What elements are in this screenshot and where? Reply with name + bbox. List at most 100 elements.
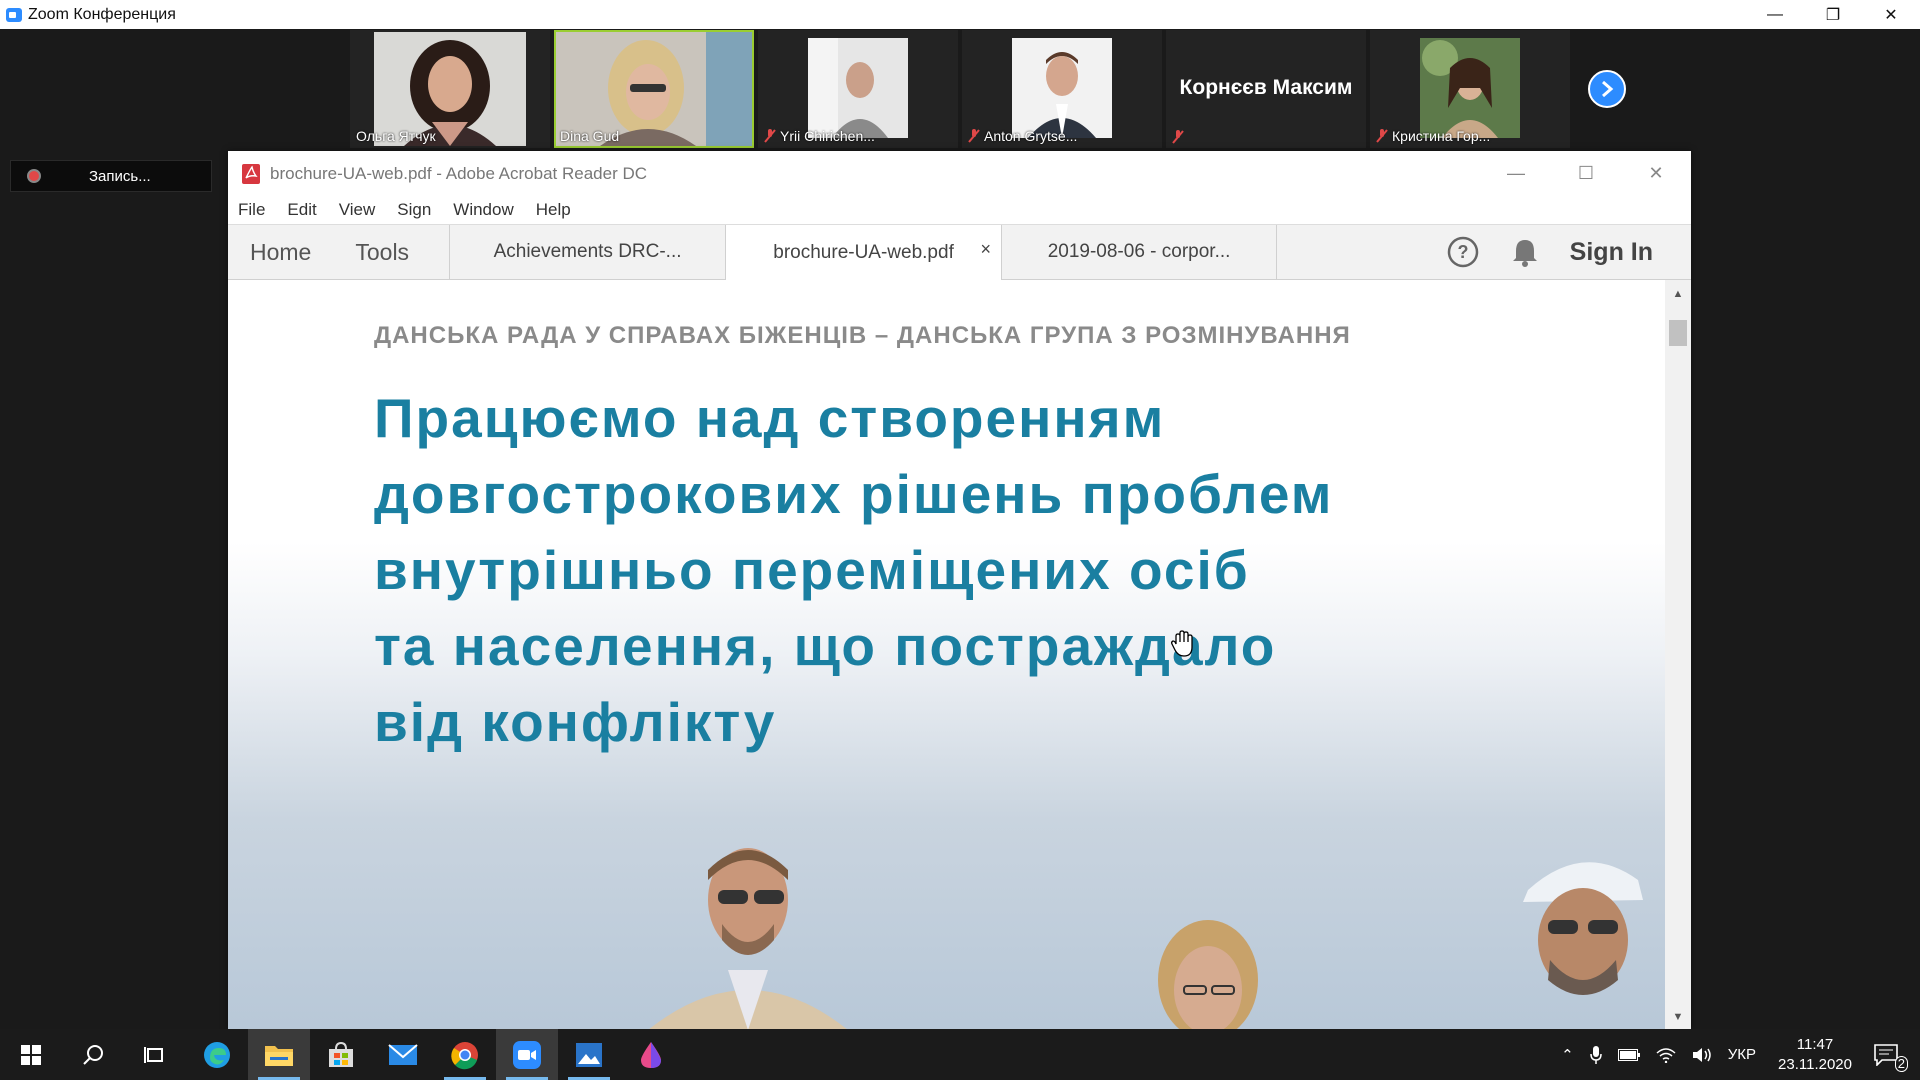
muted-mic-icon	[968, 129, 980, 143]
acrobat-close-button[interactable]: ✕	[1621, 151, 1691, 196]
tools-link[interactable]: Tools	[331, 225, 449, 279]
participant-tile[interactable]: Yrii Chirichen...	[758, 30, 958, 148]
zoom-icon	[513, 1040, 541, 1069]
chevron-up-icon[interactable]: ⌃	[1561, 1046, 1574, 1064]
headline-line: довгострокових рішень проблем	[374, 463, 1334, 525]
windows-logo-icon	[21, 1044, 41, 1065]
headline-line: внутрішньо переміщених осіб	[374, 539, 1250, 601]
menu-view[interactable]: View	[339, 200, 376, 220]
search-icon	[83, 1044, 103, 1065]
microphone-icon[interactable]	[1590, 1045, 1602, 1064]
chevron-right-icon	[1602, 80, 1614, 98]
photos-icon	[576, 1042, 602, 1067]
tab-label: Achievements DRC-...	[493, 241, 682, 262]
battery-icon[interactable]	[1617, 1048, 1640, 1061]
muted-mic-icon	[1376, 129, 1388, 143]
participant-tile[interactable]: Кристина Гор...	[1370, 30, 1570, 148]
headline-line: та населення, що постраждало	[374, 615, 1277, 677]
tab-achievements[interactable]: Achievements DRC-...	[449, 225, 725, 279]
store-taskbar-button[interactable]	[310, 1029, 372, 1080]
scroll-up-arrow-icon[interactable]: ▲	[1665, 284, 1691, 304]
pdf-page[interactable]: ДАНСЬКА РАДА У СПРАВАХ БІЖЕНЦІВ – ДАНСЬК…	[228, 280, 1665, 1029]
start-button[interactable]	[0, 1029, 62, 1080]
mail-icon	[388, 1043, 418, 1065]
headline-line: Працюємо над створенням	[374, 387, 1166, 449]
task-view-icon	[144, 1046, 163, 1063]
search-button[interactable]	[62, 1029, 124, 1080]
photo-person-woman	[1158, 920, 1258, 1029]
system-tray: ⌃ УКР 11:47 23.11.2020 2	[1553, 1029, 1920, 1080]
store-icon	[329, 1041, 353, 1067]
muted-mic-icon	[1172, 130, 1184, 144]
participant-name: Корнєєв Максим	[1179, 76, 1353, 99]
acrobat-window-title: brochure-UA-web.pdf - Adobe Acrobat Read…	[270, 163, 648, 183]
restore-button[interactable]: ❐	[1804, 0, 1862, 29]
zoom-title-bar: Zoom Конференция — ❐ ✕	[0, 0, 1920, 29]
participant-name: Anton Grytse...	[984, 128, 1078, 144]
participant-name: Ольга Ятчук	[356, 128, 436, 144]
tab-brochure[interactable]: brochure-UA-web.pdf ×	[725, 225, 1002, 280]
input-language-indicator[interactable]: УКР	[1728, 1046, 1756, 1063]
vertical-scrollbar[interactable]: ▲ ▼	[1665, 280, 1691, 1029]
menu-help[interactable]: Help	[536, 200, 571, 220]
menu-file[interactable]: File	[238, 200, 265, 220]
acrobat-maximize-button[interactable]: ☐	[1551, 151, 1621, 196]
bell-icon[interactable]	[1508, 235, 1542, 269]
paint-taskbar-button[interactable]	[620, 1029, 682, 1080]
menu-window[interactable]: Window	[453, 200, 513, 220]
task-view-button[interactable]	[124, 1029, 186, 1080]
edge-icon	[204, 1041, 230, 1068]
svg-text:?: ?	[1457, 242, 1468, 262]
home-link[interactable]: Home	[228, 225, 331, 279]
clock-date: 23.11.2020	[1778, 1055, 1852, 1073]
close-button[interactable]: ✕	[1862, 0, 1920, 29]
acrobat-window: brochure-UA-web.pdf - Adobe Acrobat Read…	[228, 151, 1691, 1029]
chrome-taskbar-button[interactable]	[434, 1029, 496, 1080]
zoom-app-icon	[6, 7, 22, 22]
paint-drop-icon	[641, 1041, 661, 1068]
record-dot-icon	[27, 169, 41, 183]
tab-label: 2019-08-06 - corpor...	[1047, 241, 1231, 262]
participant-strip: Ольга Ятчук Dina Gud Yrii Chirichen... A…	[350, 30, 1570, 148]
participant-tile[interactable]: Ольга Ятчук	[350, 30, 550, 148]
scroll-down-arrow-icon[interactable]: ▼	[1665, 1007, 1691, 1027]
mail-taskbar-button[interactable]	[372, 1029, 434, 1080]
tab-corporate[interactable]: 2019-08-06 - corpor...	[1001, 225, 1278, 279]
close-tab-icon[interactable]: ×	[981, 239, 992, 260]
pdf-app-icon	[242, 163, 260, 184]
document-headline: Працюємо над створенням довгострокових р…	[374, 380, 1474, 760]
file-explorer-taskbar-button[interactable]	[248, 1029, 310, 1080]
muted-mic-icon	[764, 129, 776, 143]
participant-video	[1012, 38, 1112, 138]
acrobat-minimize-button[interactable]: —	[1481, 151, 1551, 196]
minimize-button[interactable]: —	[1746, 0, 1804, 29]
clock-time: 11:47	[1796, 1035, 1834, 1053]
edge-taskbar-button[interactable]	[186, 1029, 248, 1080]
volume-icon[interactable]	[1692, 1047, 1712, 1063]
help-icon[interactable]: ?	[1446, 235, 1480, 269]
scroll-thumb[interactable]	[1669, 320, 1687, 346]
recording-indicator[interactable]: Запись...	[10, 160, 212, 192]
action-center-button[interactable]: 2	[1874, 1043, 1908, 1072]
headline-line: від конфлікту	[374, 691, 777, 753]
folder-icon	[265, 1045, 293, 1066]
menu-bar: File Edit View Sign Window Help	[228, 196, 1691, 224]
next-participants-button[interactable]	[1588, 70, 1626, 108]
acrobat-title-bar: brochure-UA-web.pdf - Adobe Acrobat Read…	[228, 151, 1691, 196]
zoom-taskbar-button[interactable]	[496, 1029, 558, 1080]
menu-edit[interactable]: Edit	[287, 200, 316, 220]
hand-cursor-icon	[1171, 630, 1193, 657]
menu-sign[interactable]: Sign	[397, 200, 431, 220]
clock[interactable]: 11:47 23.11.2020	[1778, 1035, 1852, 1075]
participant-tile[interactable]: Dina Gud	[554, 30, 754, 148]
participant-tile[interactable]: Корнєєв Максим	[1166, 30, 1366, 148]
photo-person-man-cap	[1523, 862, 1643, 995]
chrome-icon	[451, 1041, 478, 1069]
participant-video	[1420, 38, 1520, 138]
participant-tile[interactable]: Anton Grytse...	[962, 30, 1162, 148]
photos-taskbar-button[interactable]	[558, 1029, 620, 1080]
participant-name: Dina Gud	[560, 128, 620, 144]
wifi-icon[interactable]	[1656, 1047, 1676, 1063]
windows-taskbar: ⌃ УКР 11:47 23.11.2020 2	[0, 1029, 1920, 1080]
sign-in-button[interactable]: Sign In	[1570, 238, 1653, 267]
